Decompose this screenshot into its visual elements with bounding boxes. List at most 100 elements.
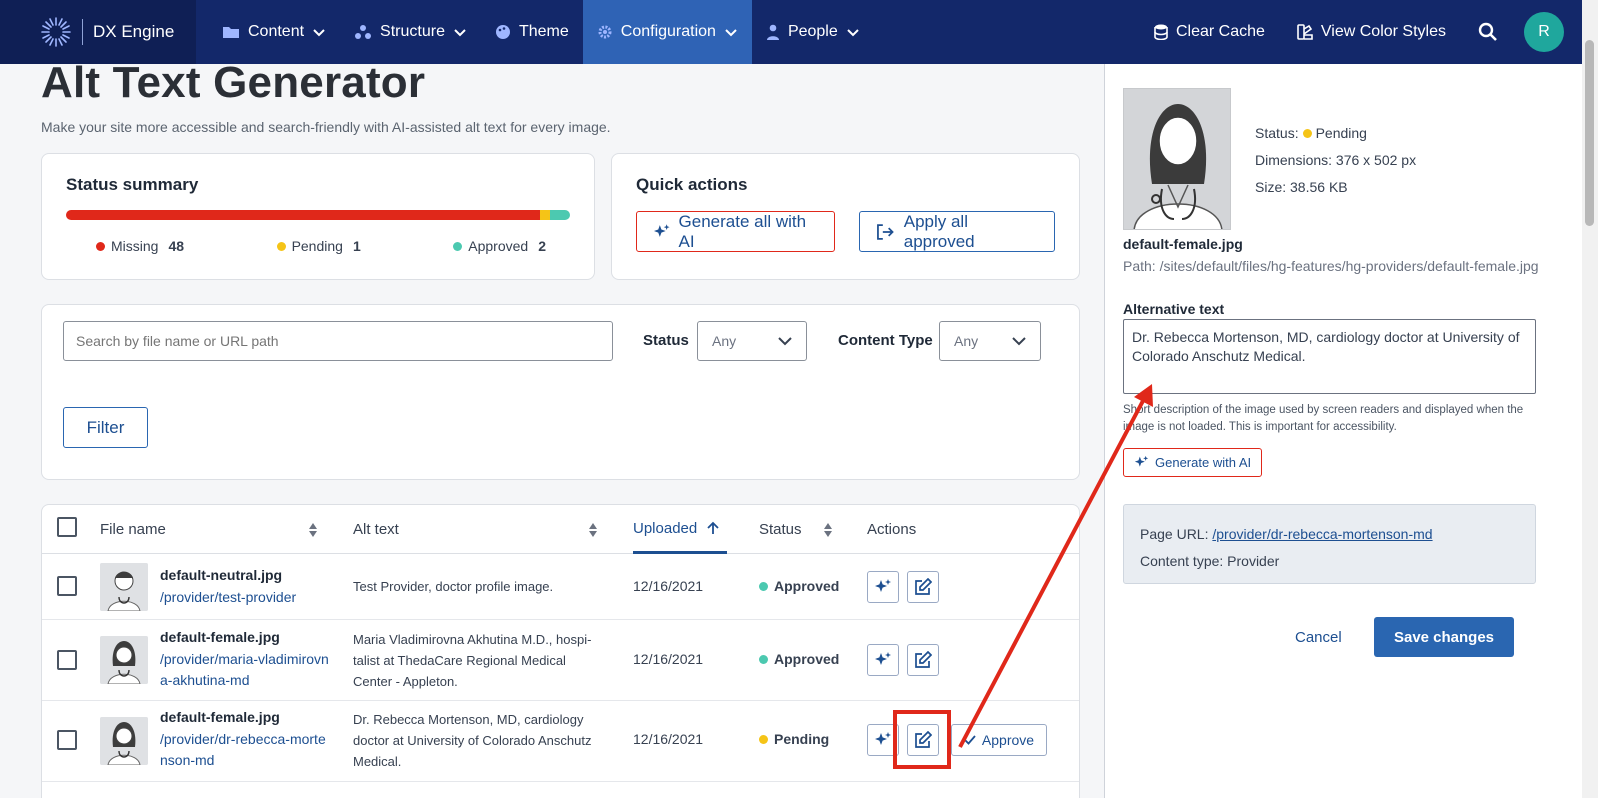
check-icon bbox=[964, 735, 976, 745]
page-url-link[interactable]: /provider/dr-rebecca-mortenson-md bbox=[1212, 526, 1432, 542]
row-checkbox[interactable] bbox=[57, 576, 77, 596]
apply-all-approved-label: Apply all approved bbox=[903, 211, 975, 251]
gear-icon bbox=[598, 25, 612, 39]
approve-button[interactable]: Approve bbox=[951, 724, 1047, 756]
brand-name: DX Engine bbox=[93, 22, 175, 41]
filter-card: Status Any Content Type Any Filter bbox=[41, 304, 1080, 480]
row-status: Pending bbox=[759, 731, 829, 747]
nav-theme[interactable]: Theme bbox=[481, 0, 583, 64]
approved-dot-icon bbox=[759, 654, 768, 664]
search-button[interactable] bbox=[1462, 0, 1514, 64]
edit-alt-text-panel: Status: Pending Dimensions: 376 x 502 px… bbox=[1104, 64, 1582, 798]
missing-segment bbox=[66, 210, 541, 220]
header-file-name[interactable]: File name bbox=[100, 505, 318, 554]
edit-button[interactable] bbox=[907, 644, 939, 676]
person-silhouette-icon bbox=[100, 717, 148, 765]
cancel-button[interactable]: Cancel bbox=[1295, 629, 1342, 646]
row-path-link[interactable]: /provider/test-provider bbox=[160, 587, 330, 608]
status-select-value: Any bbox=[712, 333, 737, 349]
edit-icon bbox=[915, 651, 932, 668]
female-avatar-thumbnail bbox=[100, 717, 148, 765]
row-alt-text: Test Provider, doctor profile image. bbox=[353, 579, 554, 594]
color-swatch-icon bbox=[1297, 24, 1313, 40]
content-type-select[interactable]: Any bbox=[939, 321, 1041, 361]
legend-pending-label: Pending bbox=[291, 238, 343, 254]
approved-segment bbox=[550, 210, 570, 220]
nav-structure-label: Structure bbox=[380, 23, 445, 40]
sort-icon bbox=[309, 522, 317, 537]
nav-configuration[interactable]: Configuration bbox=[582, 0, 752, 64]
female-avatar-thumbnail bbox=[100, 636, 148, 684]
search-input[interactable] bbox=[63, 321, 613, 361]
page-info-box: Page URL: /provider/dr-rebecca-mortenson… bbox=[1123, 504, 1536, 584]
table-header: File name Alt text Uploaded Status Actio… bbox=[42, 505, 1079, 554]
view-color-styles-label: View Color Styles bbox=[1320, 23, 1446, 40]
generate-ai-button[interactable] bbox=[867, 571, 899, 603]
sort-icon bbox=[824, 522, 832, 537]
row-checkbox[interactable] bbox=[57, 730, 77, 750]
header-file-name-label: File name bbox=[100, 521, 166, 538]
folder-icon bbox=[223, 27, 239, 38]
arrow-up-icon bbox=[707, 521, 719, 534]
content-type-filter-label: Content Type bbox=[838, 332, 933, 349]
row-status-label: Approved bbox=[774, 578, 840, 594]
neutral-avatar-thumbnail bbox=[100, 563, 148, 611]
nav-content[interactable]: Content bbox=[208, 0, 340, 64]
row-checkbox[interactable] bbox=[57, 650, 77, 670]
alt-text-help: Short description of the image used by s… bbox=[1123, 404, 1524, 433]
highlight-box bbox=[893, 710, 951, 769]
scrollbar-thumb[interactable] bbox=[1585, 40, 1594, 226]
approve-label: Approve bbox=[981, 732, 1035, 748]
edit-icon bbox=[915, 578, 932, 595]
clear-cache-button[interactable]: Clear Cache bbox=[1138, 0, 1281, 64]
legend-missing-label: Missing bbox=[111, 238, 159, 254]
status-select[interactable]: Any bbox=[697, 321, 807, 361]
generate-all-ai-button[interactable]: Generate all with AI bbox=[636, 211, 836, 252]
person-silhouette-icon bbox=[100, 636, 148, 684]
main-content: Alt Text Generator Make your site more a… bbox=[0, 64, 1104, 798]
search-icon bbox=[1478, 22, 1497, 41]
panel-dimensions: Dimensions: 376 x 502 px bbox=[1255, 152, 1417, 168]
view-color-styles-button[interactable]: View Color Styles bbox=[1281, 0, 1462, 64]
female-doctor-image bbox=[1124, 89, 1230, 229]
pending-dot-icon bbox=[759, 734, 768, 744]
table-row: default-female.jpg /provider/maria-vladi… bbox=[42, 620, 1079, 701]
legend-approved-count: 2 bbox=[538, 238, 546, 254]
filter-button[interactable]: Filter bbox=[63, 407, 148, 448]
row-path-link[interactable]: /provider/dr-rebecca-mortenson-md bbox=[160, 729, 330, 771]
header-uploaded-label: Uploaded bbox=[633, 519, 698, 537]
user-avatar[interactable]: R bbox=[1524, 12, 1564, 52]
row-status-label: Approved bbox=[774, 651, 840, 667]
edit-button[interactable] bbox=[907, 571, 939, 603]
generate-ai-button[interactable] bbox=[867, 644, 899, 676]
image-preview bbox=[1123, 88, 1231, 230]
nav-structure[interactable]: Structure bbox=[340, 0, 481, 64]
status-progress-bar bbox=[66, 210, 570, 220]
save-changes-button[interactable]: Save changes bbox=[1374, 617, 1514, 657]
nav-people[interactable]: People bbox=[752, 0, 874, 64]
chevron-down-icon bbox=[454, 29, 466, 37]
legend-pending-count: 1 bbox=[352, 238, 361, 254]
generate-with-ai-button[interactable]: Generate with AI bbox=[1123, 448, 1263, 477]
clear-cache-label: Clear Cache bbox=[1175, 23, 1265, 40]
header-uploaded[interactable]: Uploaded bbox=[633, 505, 727, 554]
sign-in-icon bbox=[877, 223, 894, 240]
alt-text-textarea[interactable]: Dr. Rebecca Mortenson, MD, cardiology do… bbox=[1123, 319, 1536, 394]
chevron-down-icon bbox=[847, 29, 859, 37]
header-status[interactable]: Status bbox=[759, 505, 833, 554]
legend-approved-label: Approved bbox=[468, 238, 529, 254]
status-summary-card: Status summary Missing 48 Pending 1 Approv… bbox=[41, 153, 595, 280]
nav-theme-label: Theme bbox=[518, 23, 569, 40]
brand-logo[interactable]: DX Engine bbox=[0, 0, 196, 64]
row-alt-text: Dr. Rebecca Mortenson, MD, cardiology do… bbox=[353, 712, 592, 769]
sparkle-icon bbox=[875, 579, 891, 592]
select-all-checkbox[interactable] bbox=[57, 517, 77, 537]
sparkle-icon bbox=[653, 223, 670, 237]
row-status: Approved bbox=[759, 578, 839, 594]
apply-all-approved-button[interactable]: Apply all approved bbox=[859, 211, 1055, 252]
header-alt-text[interactable]: Alt text bbox=[353, 505, 598, 554]
row-path-link[interactable]: /provider/maria-vladimirovna-akhutina-md bbox=[160, 649, 330, 691]
row-alt-text: Maria Vladimirovna Akhutina M.D., hospi-… bbox=[353, 632, 592, 689]
nav-utilities: Clear Cache View Color Styles R bbox=[1138, 0, 1598, 64]
missing-dot-icon bbox=[96, 241, 105, 251]
